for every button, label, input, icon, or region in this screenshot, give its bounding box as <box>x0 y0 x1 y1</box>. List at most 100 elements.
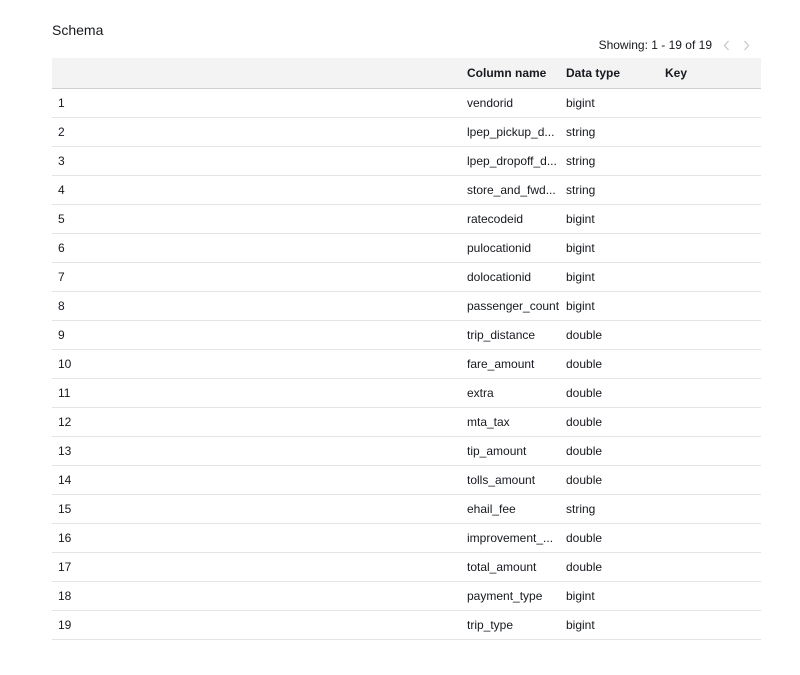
table-row: 7 dolocationid bigint <box>52 262 761 291</box>
column-name-cell: tolls_amount <box>467 472 536 487</box>
table-row: 11 extra double <box>52 378 761 407</box>
header-column-name[interactable]: Column name <box>461 58 560 89</box>
key-cell <box>659 581 761 610</box>
table-row: 4 store_and_fwd... string <box>52 175 761 204</box>
column-name-cell: vendorid <box>467 95 514 110</box>
row-index-cell: 8 <box>58 298 65 313</box>
row-index-cell: 4 <box>58 182 65 197</box>
key-cell <box>659 117 761 146</box>
data-type-cell: double <box>566 530 603 545</box>
pagination-status: Showing: 1 - 19 of 19 <box>598 38 712 52</box>
row-index-cell: 11 <box>58 385 71 400</box>
table-row: 14 tolls_amount double <box>52 465 761 494</box>
row-index-cell: 16 <box>58 530 72 545</box>
data-type-cell: double <box>566 472 603 487</box>
key-cell <box>659 465 761 494</box>
data-type-cell: string <box>566 124 596 139</box>
row-index-cell: 6 <box>58 240 65 255</box>
column-name-cell: tip_amount <box>467 443 527 458</box>
table-row: 1 vendorid bigint <box>52 88 761 117</box>
table-row: 2 lpep_pickup_d... string <box>52 117 761 146</box>
column-name-cell: lpep_dropoff_d... <box>467 153 557 168</box>
chevron-right-icon <box>743 40 749 50</box>
key-cell <box>659 494 761 523</box>
column-name-cell: trip_type <box>467 617 514 632</box>
table-row: 6 pulocationid bigint <box>52 233 761 262</box>
previous-page-button[interactable] <box>720 38 732 52</box>
data-type-cell: bigint <box>566 95 595 110</box>
table-row: 16 improvement_... double <box>52 523 761 552</box>
key-cell <box>659 291 761 320</box>
column-name-cell: extra <box>467 385 494 400</box>
schema-table: Column name Data type Key 1 vendorid bigin… <box>52 58 761 640</box>
data-type-cell: string <box>566 182 596 197</box>
column-name-cell: lpep_pickup_d... <box>467 124 555 139</box>
next-page-button[interactable] <box>740 38 752 52</box>
row-index-cell: 14 <box>58 472 72 487</box>
key-cell <box>659 407 761 436</box>
row-index-cell: 7 <box>58 269 65 284</box>
row-index-cell: 15 <box>58 501 72 516</box>
row-index-cell: 18 <box>58 588 72 603</box>
column-name-cell: ratecodeid <box>467 211 524 226</box>
column-name-cell: improvement_... <box>467 530 554 545</box>
table-row: 17 total_amount double <box>52 552 761 581</box>
key-cell <box>659 204 761 233</box>
table-row: 13 tip_amount double <box>52 436 761 465</box>
table-row: 18 payment_type bigint <box>52 581 761 610</box>
column-name-cell: store_and_fwd... <box>467 182 556 197</box>
row-index-cell: 17 <box>58 559 72 574</box>
key-cell <box>659 523 761 552</box>
schema-table-container: Column name Data type Key 1 vendorid bigin… <box>52 58 761 640</box>
key-cell <box>659 320 761 349</box>
data-type-cell: double <box>566 356 603 371</box>
row-index-cell: 3 <box>58 153 65 168</box>
table-header-row: Column name Data type Key <box>52 58 761 89</box>
data-type-cell: bigint <box>566 617 595 632</box>
data-type-cell: double <box>566 414 603 429</box>
table-row: 12 mta_tax double <box>52 407 761 436</box>
table-row: 5 ratecodeid bigint <box>52 204 761 233</box>
table-row: 9 trip_distance double <box>52 320 761 349</box>
data-type-cell: bigint <box>566 588 595 603</box>
key-cell <box>659 88 761 117</box>
key-cell <box>659 378 761 407</box>
row-index-cell: 9 <box>58 327 65 342</box>
row-index-cell: 2 <box>58 124 65 139</box>
table-row: 3 lpep_dropoff_d... string <box>52 146 761 175</box>
column-name-cell: ehail_fee <box>467 501 516 516</box>
data-type-cell: bigint <box>566 269 595 284</box>
row-index-cell: 1 <box>58 95 65 110</box>
table-row: 8 passenger_count bigint <box>52 291 761 320</box>
key-cell <box>659 262 761 291</box>
table-body: 1 vendorid bigint 2 lpep_pickup_d... string 3 l… <box>52 88 761 639</box>
data-type-cell: bigint <box>566 240 595 255</box>
data-type-cell: double <box>566 385 603 400</box>
column-name-cell: total_amount <box>467 559 537 574</box>
key-cell <box>659 175 761 204</box>
key-cell <box>659 436 761 465</box>
column-name-cell: pulocationid <box>467 240 532 255</box>
data-type-cell: string <box>566 501 596 516</box>
key-cell <box>659 146 761 175</box>
table-row: 15 ehail_fee string <box>52 494 761 523</box>
table-row: 19 trip_type bigint <box>52 610 761 639</box>
pagination: Showing: 1 - 19 of 19 <box>599 38 752 52</box>
column-name-cell: payment_type <box>467 588 543 603</box>
key-cell <box>659 349 761 378</box>
column-name-cell: dolocationid <box>467 269 532 284</box>
column-name-cell: mta_tax <box>467 414 510 429</box>
header-key[interactable]: Key <box>659 58 761 89</box>
header-index <box>52 58 461 89</box>
chevron-left-icon <box>723 40 729 50</box>
row-index-cell: 10 <box>58 356 72 371</box>
row-index-cell: 19 <box>58 617 72 632</box>
data-type-cell: double <box>566 327 603 342</box>
data-type-cell: bigint <box>566 298 595 313</box>
key-cell <box>659 552 761 581</box>
row-index-cell: 13 <box>58 443 72 458</box>
data-type-cell: bigint <box>566 211 595 226</box>
header-data-type[interactable]: Data type <box>560 58 659 89</box>
table-row: 10 fare_amount double <box>52 349 761 378</box>
row-index-cell: 5 <box>58 211 65 226</box>
